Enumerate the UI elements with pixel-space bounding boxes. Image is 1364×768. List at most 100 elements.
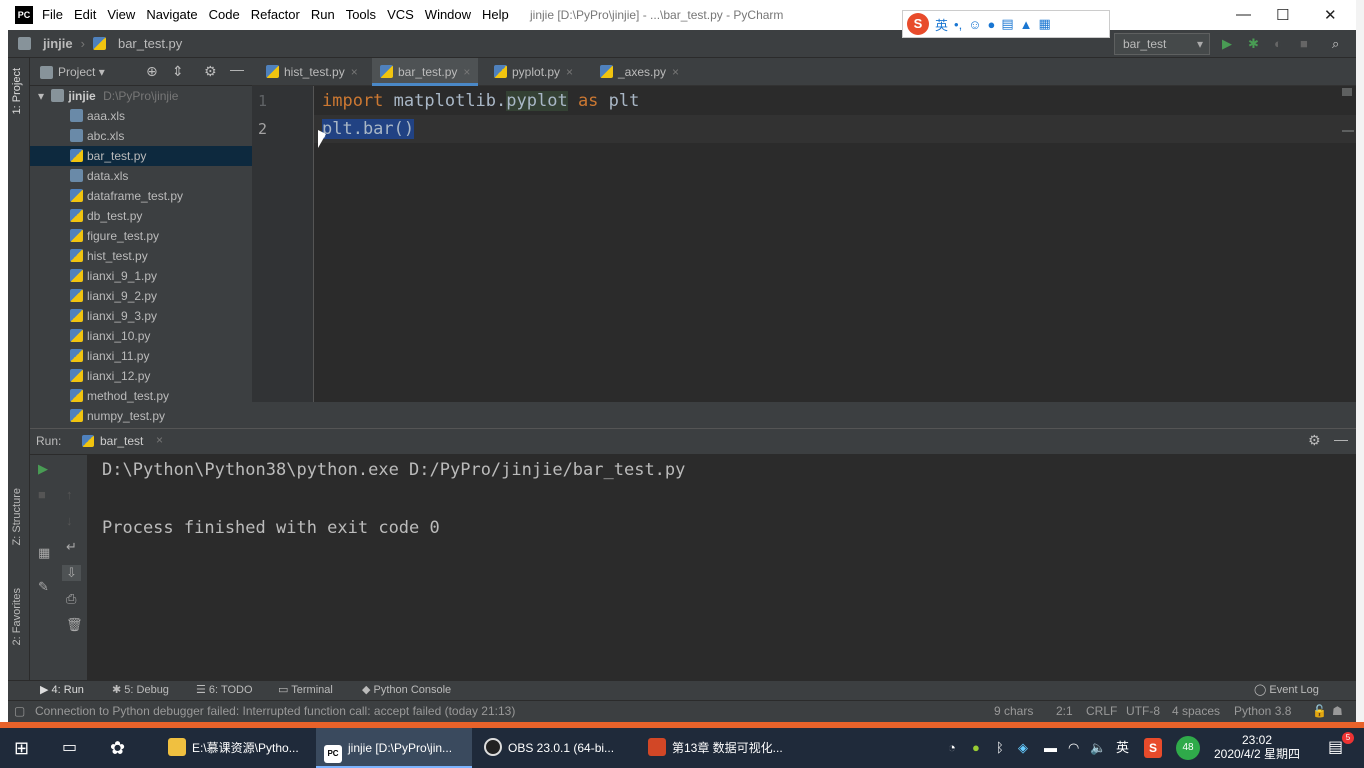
status-message[interactable]: Connection to Python debugger failed: In…	[35, 704, 515, 718]
favorites-tool-tab[interactable]: 2: Favorites	[11, 588, 23, 645]
caret-position[interactable]: 2:1	[1056, 704, 1073, 718]
print-icon[interactable]: ⎙	[66, 591, 76, 607]
menu-view[interactable]: View	[107, 7, 135, 22]
taskbar-item-obs[interactable]: OBS 23.0.1 (64-bi...	[476, 728, 634, 768]
menu-navigate[interactable]: Navigate	[146, 7, 197, 22]
tree-root[interactable]: ▾ jinjie D:\PyPro\jinjie	[30, 86, 252, 106]
tree-file-item[interactable]: data.xls	[30, 166, 252, 186]
tray-green-icon[interactable]: ●	[972, 728, 980, 768]
file-encoding[interactable]: UTF-8	[1126, 704, 1160, 718]
menu-tools[interactable]: Tools	[346, 7, 376, 22]
close-run-tab-icon[interactable]: ×	[156, 433, 163, 447]
tree-file-item[interactable]: hist_test.py	[30, 246, 252, 266]
project-tool-tab[interactable]: 1: Project	[11, 68, 23, 114]
system-clock[interactable]: 23:02 2020/4/2 星期四	[1212, 728, 1302, 768]
close-button[interactable]: ✕	[1324, 6, 1337, 24]
breadcrumb-project[interactable]: jinjie	[43, 36, 73, 51]
menu-vcs[interactable]: VCS	[387, 7, 414, 22]
taskbar-item-explorer[interactable]: E:\慕课资源\Pytho...	[160, 728, 310, 768]
expand-arrow-icon[interactable]: ▾	[38, 89, 44, 103]
tree-file-item[interactable]: db_test.py	[30, 206, 252, 226]
tab-debug[interactable]: ✱ 5: Debug	[112, 683, 169, 696]
gear-icon[interactable]: ⚙	[204, 63, 217, 80]
app-pinned-icon[interactable]: ✿	[110, 728, 125, 768]
minimize-button[interactable]: —	[1236, 6, 1251, 23]
tree-file-item[interactable]: lianxi_10.py	[30, 326, 252, 346]
rerun-icon[interactable]: ▶	[38, 461, 48, 477]
tray-app-icon[interactable]: ◔	[948, 728, 956, 768]
structure-tool-tab[interactable]: Z: Structure	[11, 488, 23, 545]
stop-icon[interactable]: ■	[38, 487, 46, 502]
tray-ime-language[interactable]: 英	[1116, 728, 1129, 768]
layout-icon[interactable]: ▦	[38, 545, 50, 561]
pin-icon[interactable]: ✎	[38, 579, 49, 595]
trash-icon[interactable]: 🗑	[66, 617, 83, 633]
debug-icon[interactable]: ✱	[1248, 36, 1259, 52]
close-tab-icon[interactable]: ×	[672, 65, 679, 79]
tab-bar-test[interactable]: bar_test.py ×	[372, 58, 479, 86]
status-toggle-icon[interactable]: ▢	[14, 704, 25, 718]
lock-icon[interactable]: 🔓	[1312, 704, 1327, 718]
locate-icon[interactable]: ⊕	[146, 63, 158, 80]
ime-toolbar[interactable]: S 英 •, ☺ ● ▤ ▲ ▦	[902, 10, 1110, 38]
skin-icon[interactable]: ▲	[1020, 17, 1033, 32]
battery-icon[interactable]: ▬	[1044, 728, 1057, 768]
code-line-2[interactable]: plt.bar()	[322, 119, 415, 139]
collapse-all-icon[interactable]: ⇕	[172, 63, 184, 80]
tree-file-item[interactable]: method_test.py	[30, 386, 252, 406]
punctuation-icon[interactable]: •,	[954, 17, 962, 32]
code-line-1[interactable]: import matplotlib.pyplot as plt	[322, 91, 639, 111]
search-icon[interactable]: ⌕	[1332, 36, 1339, 52]
down-arrow-icon[interactable]: ↓	[66, 513, 73, 528]
close-tab-icon[interactable]: ×	[351, 65, 358, 79]
stop-icon[interactable]: ■	[1300, 36, 1308, 51]
tree-file-item[interactable]: dataframe_test.py	[30, 186, 252, 206]
scroll-to-end-icon[interactable]: ⇩	[62, 565, 81, 581]
bluetooth-icon[interactable]: ᛒ	[996, 728, 1004, 768]
tree-file-item[interactable]: lianxi_9_3.py	[30, 306, 252, 326]
menu-run[interactable]: Run	[311, 7, 335, 22]
indent-setting[interactable]: 4 spaces	[1172, 704, 1220, 718]
tray-blue-icon[interactable]: ◈	[1018, 728, 1028, 768]
tree-file-item[interactable]: lianxi_11.py	[30, 346, 252, 366]
up-arrow-icon[interactable]: ↑	[66, 487, 73, 502]
menu-window[interactable]: Window	[425, 7, 471, 22]
notification-icon[interactable]: ▤	[1328, 728, 1343, 768]
menu-edit[interactable]: Edit	[74, 7, 96, 22]
tree-file-item[interactable]: bar_test.py	[30, 146, 252, 166]
tree-file-item[interactable]: numpy_test.py	[30, 406, 252, 426]
taskbar-item-powerpoint[interactable]: 第13章 数据可视化...	[640, 728, 790, 768]
tab-axes[interactable]: _axes.py ×	[592, 58, 687, 86]
tree-file-item[interactable]: aaa.xls	[30, 106, 252, 126]
run-icon[interactable]: ▶	[1222, 36, 1232, 52]
sogou-tray-icon[interactable]: S	[1144, 738, 1162, 758]
tab-terminal[interactable]: ▭ Terminal	[278, 683, 333, 696]
task-view-icon[interactable]: ▭	[62, 728, 77, 768]
coverage-icon[interactable]: ◐	[1274, 36, 1282, 51]
tab-python-console[interactable]: ◆ Python Console	[362, 683, 451, 696]
close-tab-icon[interactable]: ×	[566, 65, 573, 79]
tab-event-log[interactable]: ◯ Event Log	[1254, 683, 1319, 696]
tree-file-item[interactable]: lianxi_12.py	[30, 366, 252, 386]
taskbar-item-pycharm[interactable]: PC jinjie [D:\PyPro\jin...	[316, 728, 472, 768]
line-separator[interactable]: CRLF	[1086, 704, 1117, 718]
menu-code[interactable]: Code	[209, 7, 240, 22]
tree-file-item[interactable]: lianxi_9_1.py	[30, 266, 252, 286]
inspection-marker-icon[interactable]	[1342, 88, 1352, 96]
menu-help[interactable]: Help	[482, 7, 509, 22]
tree-file-item[interactable]: figure_test.py	[30, 226, 252, 246]
wifi-icon[interactable]: ◠	[1068, 728, 1079, 768]
run-config-select[interactable]: bar_test ▾	[1114, 33, 1210, 55]
run-tab-label[interactable]: bar_test	[100, 434, 143, 448]
gear-icon[interactable]: ⚙	[1308, 432, 1321, 449]
close-tab-icon[interactable]: ×	[463, 65, 470, 79]
tree-file-item[interactable]: lianxi_9_2.py	[30, 286, 252, 306]
breadcrumb-file[interactable]: bar_test.py	[118, 36, 182, 51]
menu-file[interactable]: File	[42, 7, 63, 22]
hide-panel-icon[interactable]: —	[1334, 431, 1348, 447]
tab-run[interactable]: ▶ 4: Run	[40, 683, 84, 696]
tree-file-item[interactable]: abc.xls	[30, 126, 252, 146]
tab-pyplot[interactable]: pyplot.py ×	[486, 58, 581, 86]
soft-wrap-icon[interactable]: ↵	[66, 539, 77, 555]
tray-badge-48[interactable]: 48	[1176, 736, 1200, 760]
